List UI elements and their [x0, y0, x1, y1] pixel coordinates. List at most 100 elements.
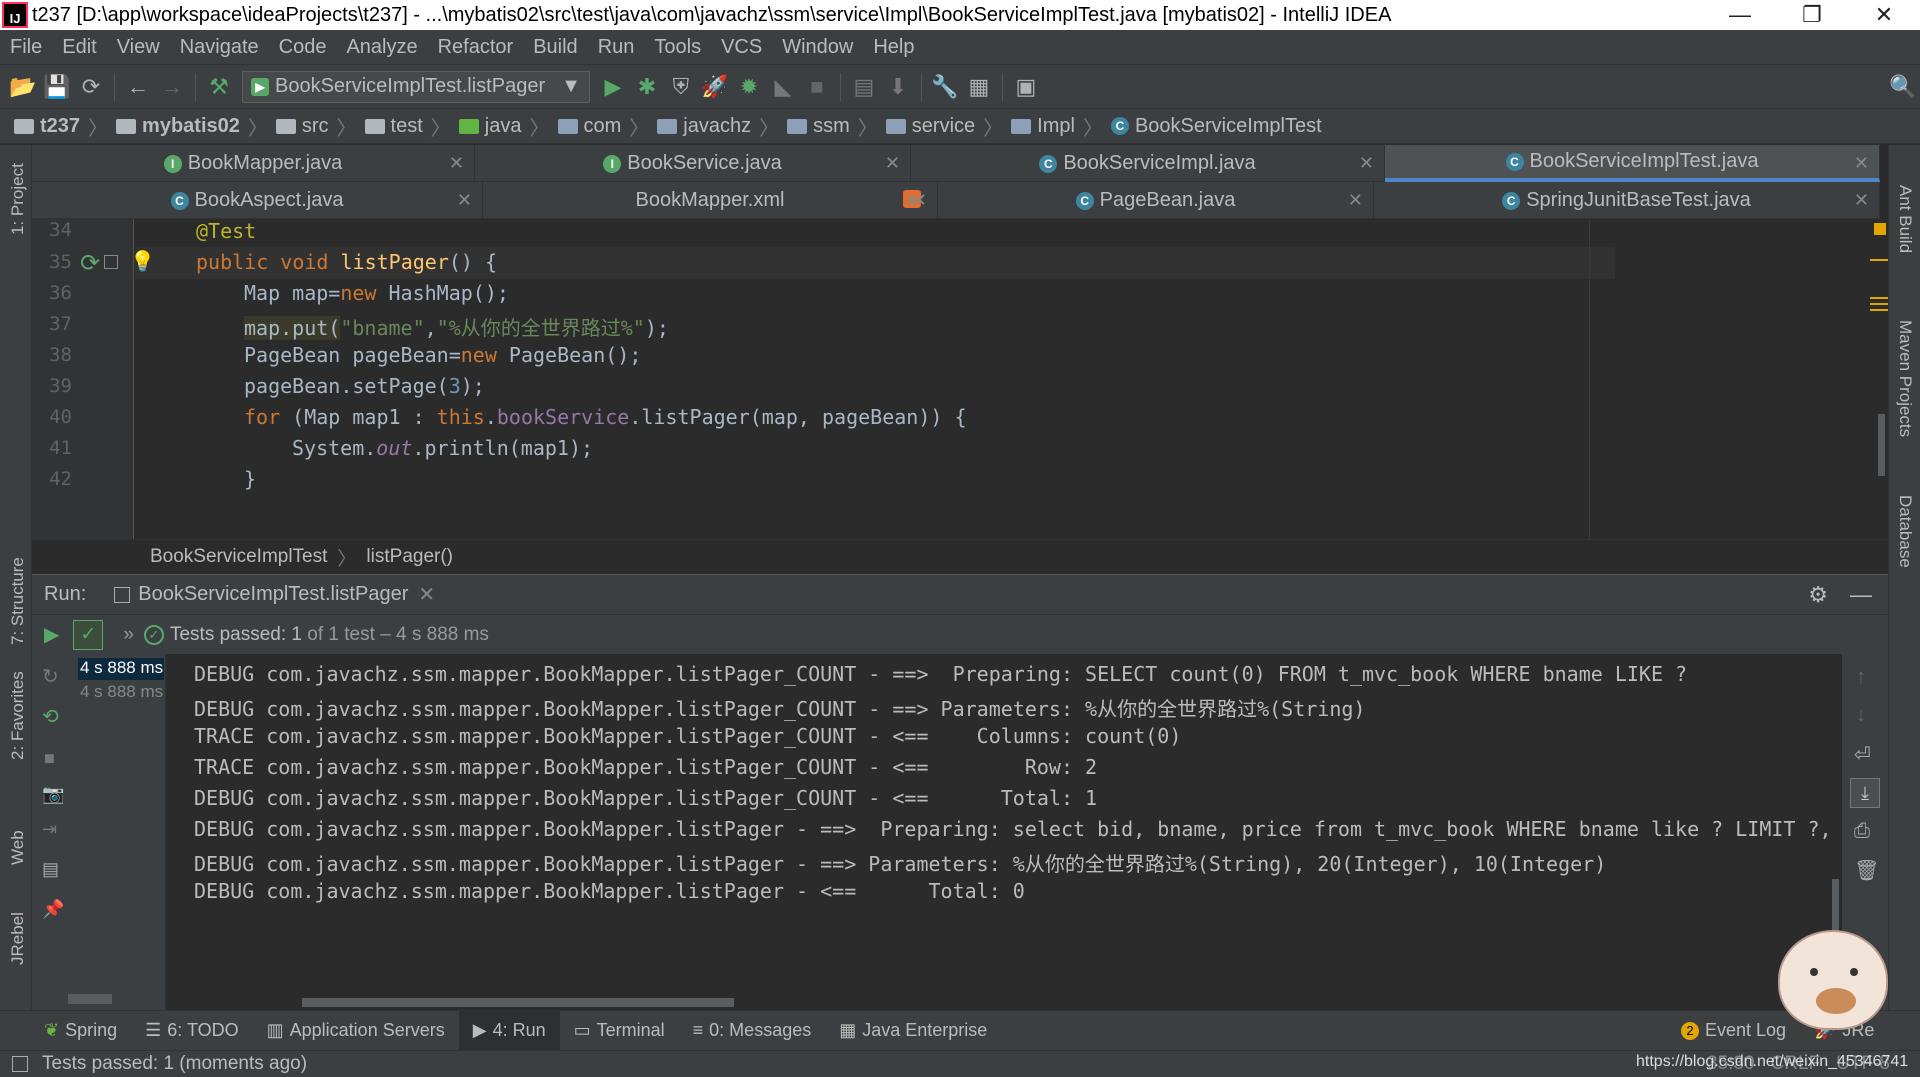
forward-icon[interactable]: →	[155, 70, 189, 104]
project-tool-button[interactable]: 1: Project	[8, 163, 28, 235]
expand-icon[interactable]: »	[123, 624, 134, 646]
database-tool-button[interactable]: Database	[1895, 495, 1915, 568]
settings-wrench-icon[interactable]: 🔧	[928, 70, 962, 104]
test-duration-method[interactable]: 4 s 888 ms	[80, 682, 163, 702]
layout-icon[interactable]: ▤	[42, 859, 59, 880]
crumb-impl[interactable]: Impl	[1007, 115, 1079, 138]
tab-bookmapper-xml[interactable]: x BookMapper.xml ✕	[483, 182, 938, 219]
tool-todo[interactable]: ☰ 6: TODO	[131, 1011, 253, 1051]
crumb-com[interactable]: com	[554, 115, 626, 138]
menu-edit[interactable]: Edit	[52, 36, 106, 59]
search-icon[interactable]: 🔍	[1886, 70, 1920, 104]
tasks-icon[interactable]: ▣	[1009, 70, 1043, 104]
tool-java-enterprise[interactable]: ▦ Java Enterprise	[825, 1011, 1001, 1051]
tab-bookaspect-java[interactable]: C BookAspect.java ✕	[32, 182, 483, 219]
tab-bookserviceimpltest-java[interactable]: C BookServiceImplTest.java ✕	[1385, 145, 1880, 182]
camera-icon[interactable]: 📷	[42, 784, 64, 805]
hide-panel-icon[interactable]: —	[1850, 582, 1872, 608]
restore-button[interactable]: ❐	[1776, 2, 1848, 28]
debug-icon[interactable]: ✱	[630, 70, 664, 104]
crumb-class[interactable]: C BookServiceImplTest	[1107, 115, 1326, 138]
menu-run[interactable]: Run	[588, 36, 645, 59]
crumb-javachz[interactable]: javachz	[653, 115, 755, 138]
structure-tool-button[interactable]: 7: Structure	[8, 557, 28, 645]
crumb-test[interactable]: test	[361, 115, 427, 138]
tab-bookservice-java[interactable]: I BookService.java ✕	[475, 145, 911, 182]
soft-wrap-icon[interactable]: ⏎	[1854, 742, 1871, 767]
close-tab-icon[interactable]: ✕	[912, 190, 927, 211]
show-passed-icon[interactable]: ✓	[73, 619, 104, 650]
tab-bookmapper-java[interactable]: I BookMapper.java ✕	[32, 145, 475, 182]
crumb-module[interactable]: mybatis02	[112, 115, 244, 138]
tool-terminal[interactable]: ▭ Terminal	[560, 1011, 679, 1051]
tool-application-servers[interactable]: ▥ Application Servers	[253, 1011, 459, 1051]
tool-event-log[interactable]: 2 Event Log	[1667, 1011, 1800, 1051]
run-tab[interactable]: BookServiceImplTest.listPager ✕	[114, 582, 435, 607]
tool-messages[interactable]: ≡ 0: Messages	[679, 1011, 826, 1051]
download-icon[interactable]: ⬇	[881, 70, 915, 104]
sync-icon[interactable]: ⟳	[74, 70, 108, 104]
tab-pagebean-java[interactable]: C PageBean.java ✕	[938, 182, 1374, 219]
menu-view[interactable]: View	[107, 36, 170, 59]
menu-refactor[interactable]: Refactor	[428, 36, 524, 59]
menu-code[interactable]: Code	[269, 36, 337, 59]
crumb-service[interactable]: service	[882, 115, 979, 138]
menu-analyze[interactable]: Analyze	[336, 36, 427, 59]
stop-run-icon[interactable]: ■	[44, 748, 55, 769]
tab-bookserviceimpl-java[interactable]: C BookServiceImpl.java ✕	[911, 145, 1385, 182]
menu-build[interactable]: Build	[523, 36, 587, 59]
menu-tools[interactable]: Tools	[644, 36, 711, 59]
attach-icon[interactable]: ▤	[847, 70, 881, 104]
print-icon[interactable]: ⎙	[1854, 820, 1870, 843]
scroll-to-end-icon[interactable]: ⤓	[1850, 778, 1880, 808]
console-output[interactable]: DEBUG com.javachz.ssm.mapper.BookMapper.…	[166, 654, 1842, 1010]
toggle-tool-windows-icon[interactable]	[12, 1056, 28, 1072]
ant-build-tool-button[interactable]: Ant Build	[1895, 185, 1915, 253]
crumb-src[interactable]: src	[272, 115, 333, 138]
stop-icon[interactable]: ■	[800, 70, 834, 104]
jrebel-tool-button[interactable]: JRebel	[8, 912, 28, 965]
menu-navigate[interactable]: Navigate	[170, 36, 269, 59]
jrebel-run-icon[interactable]: 🚀	[698, 70, 732, 104]
close-tab-icon[interactable]: ✕	[449, 153, 464, 174]
crumb-ssm[interactable]: ssm	[783, 115, 854, 138]
coverage-icon[interactable]: ⛨	[664, 70, 698, 104]
menu-vcs[interactable]: VCS	[711, 36, 772, 59]
tool-spring[interactable]: ❦ Spring	[30, 1011, 131, 1051]
favorites-tool-button[interactable]: 2: Favorites	[8, 671, 28, 760]
run-test-gutter-icon[interactable]: ⟳	[80, 249, 100, 278]
close-tab-icon[interactable]: ✕	[885, 153, 900, 174]
crumb-project[interactable]: t237	[10, 115, 84, 138]
toggle-auto-test-icon[interactable]: ⟲	[42, 704, 59, 729]
project-structure-icon[interactable]: ▦	[962, 70, 996, 104]
close-run-tab-icon[interactable]: ✕	[418, 582, 435, 607]
rerun-failed-icon[interactable]: ↻	[42, 664, 59, 689]
lightbulb-icon[interactable]: 💡	[130, 249, 155, 274]
warning-marker-icon[interactable]	[1874, 223, 1886, 235]
close-tab-icon[interactable]: ✕	[1854, 153, 1869, 174]
run-icon[interactable]: ▶	[596, 70, 630, 104]
menu-window[interactable]: Window	[772, 36, 863, 59]
close-tab-icon[interactable]: ✕	[457, 190, 472, 211]
web-tool-button[interactable]: Web	[8, 830, 28, 865]
save-icon[interactable]: 💾	[40, 70, 74, 104]
close-tab-icon[interactable]: ✕	[1854, 190, 1869, 211]
test-duration-root[interactable]: 4 s 888 ms	[78, 658, 164, 680]
code-editor[interactable]: 34 35 36 37 38 39 40 41 42 ⟳ 💡 @Test pub…	[32, 219, 1888, 539]
tree-hscrollbar[interactable]	[68, 994, 112, 1004]
menu-file[interactable]: File	[0, 36, 52, 59]
export-icon[interactable]: ⇥	[42, 819, 57, 840]
pin-icon[interactable]: 📌	[42, 899, 64, 920]
fold-icon[interactable]	[104, 255, 118, 269]
trash-icon[interactable]: 🗑	[1854, 858, 1879, 883]
minimize-button[interactable]: —	[1704, 2, 1776, 28]
close-button[interactable]: ✕	[1848, 2, 1920, 28]
tool-run[interactable]: ▶ 4: Run	[458, 1010, 560, 1051]
run-config-select[interactable]: ▶ BookServiceImplTest.listPager ▼	[242, 70, 590, 103]
console-hscrollbar[interactable]	[302, 998, 734, 1007]
profile-icon[interactable]: ◣	[766, 70, 800, 104]
build-hammer-icon[interactable]: ⚒	[202, 70, 236, 104]
up-arrow-icon[interactable]: ↑	[1856, 666, 1866, 689]
close-tab-icon[interactable]: ✕	[1348, 190, 1363, 211]
editor-scrollbar[interactable]	[1878, 414, 1885, 476]
